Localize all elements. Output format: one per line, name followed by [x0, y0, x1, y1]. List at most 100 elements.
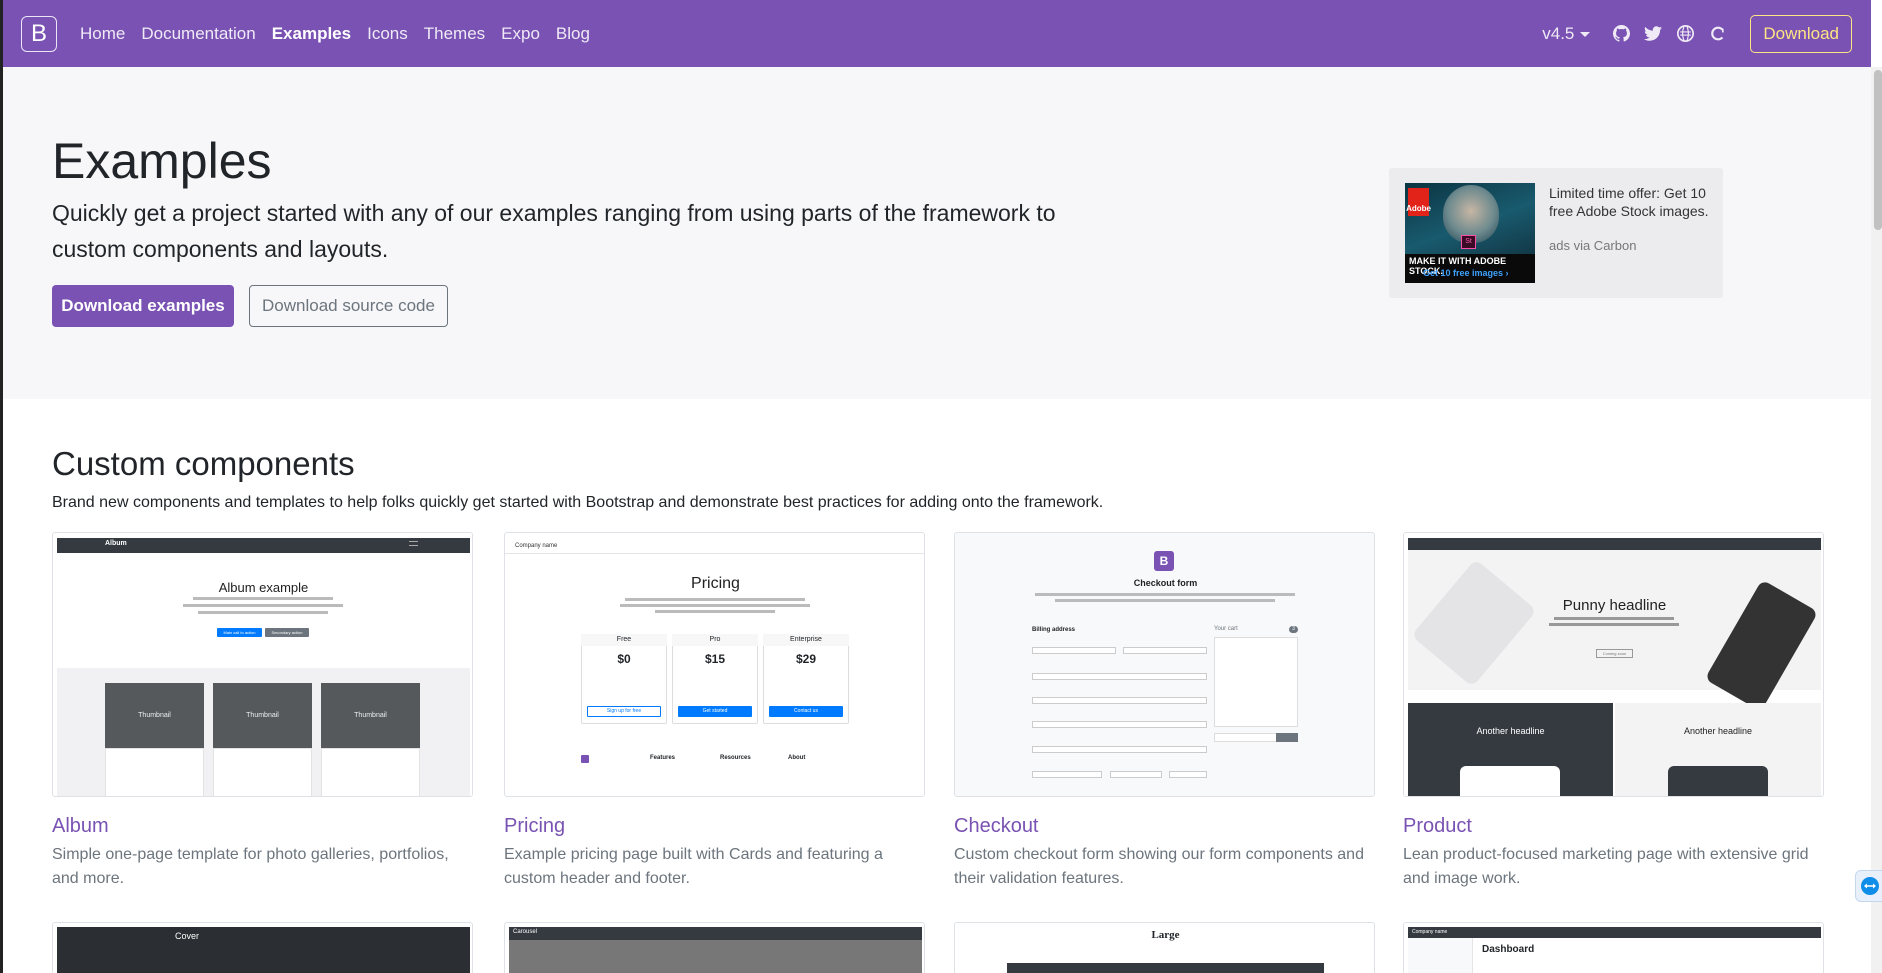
bootstrap-logo[interactable]: B	[21, 15, 57, 52]
plan-pro-title: Pro	[672, 634, 758, 646]
album-card-body-3	[321, 748, 420, 796]
checkout-cart: Your cart	[1214, 626, 1238, 632]
input-line	[1032, 721, 1207, 728]
footer-col-resources: Resources	[720, 755, 751, 761]
footer-col-features: Features	[650, 755, 676, 761]
twitter-icon[interactable]	[1644, 25, 1663, 43]
section-description: Brand new components and templates to he…	[52, 494, 1104, 511]
product-cta: Coming soon	[1596, 649, 1633, 658]
carousel-slide	[509, 940, 922, 973]
version-label: v4.5	[1542, 23, 1575, 43]
input-line	[1032, 697, 1207, 704]
input-line	[1032, 771, 1102, 778]
product-navbar	[1408, 538, 1821, 550]
adobe-logo: Adobe	[1406, 188, 1431, 216]
product-headline-b: Another headline	[1683, 726, 1753, 736]
slack-icon[interactable]	[1708, 25, 1726, 43]
album-title[interactable]: Album	[52, 815, 109, 838]
text-line	[183, 604, 343, 607]
opencollective-icon[interactable]	[1676, 25, 1694, 43]
checkout-description: Custom checkout form showing our form co…	[954, 846, 1364, 887]
carousel-navbar	[509, 927, 922, 940]
section-title: Custom components	[52, 445, 355, 482]
text-line	[193, 597, 333, 600]
hero-lead: Quickly get a project started with any o…	[52, 200, 1056, 262]
redeem-button	[1276, 733, 1298, 742]
pricing-title[interactable]: Pricing	[504, 815, 565, 838]
plan-enterprise-button: Contact us	[769, 706, 843, 717]
stock-badge: St	[1461, 235, 1476, 249]
album-thumb-1: Thumbnail	[105, 683, 204, 748]
plan-enterprise-price: $29	[795, 652, 817, 666]
album-main-button: Main call to action	[217, 628, 262, 637]
pricing-description: Example pricing page built with Cards an…	[504, 846, 883, 887]
carousel-thumbnail[interactable]: Carousel	[504, 922, 925, 973]
cover-bg	[57, 927, 470, 973]
hero: Examples Quickly get a project started w…	[3, 67, 1871, 399]
text-line	[1554, 617, 1674, 620]
pricing-heading: Pricing	[691, 575, 740, 592]
text-line	[625, 598, 805, 601]
blog-jumbotron	[1007, 963, 1324, 973]
plan-pro-price: $15	[704, 652, 726, 666]
plan-enterprise-title: Enterprise	[763, 634, 849, 646]
cover-thumbnail[interactable]: Cover	[52, 922, 473, 973]
nav-expo[interactable]: Expo	[493, 24, 548, 44]
album-thumb-3: Thumbnail	[321, 683, 420, 748]
input-line	[1123, 647, 1207, 654]
checkout-heading: Checkout form	[1133, 578, 1198, 588]
cart-count-badge: 3	[1289, 626, 1298, 633]
download-source-button[interactable]: Download source code	[249, 285, 448, 327]
pricing-company: Company name	[515, 543, 558, 549]
nav-blog[interactable]: Blog	[548, 24, 598, 44]
text-line	[655, 610, 775, 613]
album-heading: Album example	[218, 580, 309, 595]
dashboard-navbar	[1408, 927, 1821, 938]
blog-thumbnail[interactable]: Large	[954, 922, 1375, 973]
ad-via[interactable]: ads via Carbon	[1549, 238, 1636, 253]
nav-documentation[interactable]: Documentation	[133, 24, 263, 44]
teamviewer-icon[interactable]	[1855, 870, 1882, 902]
top-navbar: B Home Documentation Examples Icons Them…	[3, 0, 1871, 67]
ad-image[interactable]: Adobe St MAKE IT WITH ADOBE STOCK. Get 1…	[1405, 183, 1535, 283]
menu-icon	[409, 541, 418, 546]
album-thumbnail[interactable]: Album Album example Main call to action …	[52, 532, 473, 797]
dashboard-thumbnail[interactable]: Company name Dashboard	[1403, 922, 1824, 973]
plan-free-title: Free	[581, 634, 667, 646]
carbon-ad[interactable]: Adobe St MAKE IT WITH ADOBE STOCK. Get 1…	[1389, 168, 1723, 298]
product-title[interactable]: Product	[1403, 815, 1472, 838]
github-icon[interactable]	[1612, 25, 1630, 43]
download-button[interactable]: Download	[1750, 14, 1852, 53]
pricing-divider	[505, 553, 924, 554]
carousel-brand: Carousel	[513, 929, 538, 935]
product-headline-a: Another headline	[1476, 726, 1545, 736]
input-line	[1032, 746, 1207, 753]
page: B Home Documentation Examples Icons Them…	[0, 0, 1882, 973]
checkout-thumbnail[interactable]: B Checkout form Billing address Your car…	[954, 532, 1375, 797]
text-line	[620, 604, 810, 607]
checkout-billing: Billing address	[1032, 627, 1076, 633]
nav-home[interactable]: Home	[72, 24, 133, 44]
nav-icons[interactable]: Icons	[359, 24, 416, 44]
nav-themes[interactable]: Themes	[416, 24, 493, 44]
scrollbar-thumb[interactable]	[1874, 70, 1882, 230]
product-thumbnail[interactable]: Punny headline Coming soon Another headl…	[1403, 532, 1824, 797]
dashboard-brand: Company name	[1412, 929, 1448, 935]
chevron-down-icon	[1580, 31, 1591, 37]
album-thumb-2: Thumbnail	[213, 683, 312, 748]
checkout-title[interactable]: Checkout	[954, 815, 1039, 838]
download-examples-button[interactable]: Download examples	[52, 285, 234, 327]
nav-examples[interactable]: Examples	[264, 24, 359, 44]
version-dropdown[interactable]: v4.5	[1542, 23, 1591, 44]
nav-right: v4.5 Download	[1542, 14, 1855, 53]
footer-logo	[581, 755, 589, 763]
pricing-thumbnail[interactable]: Company name Pricing Free $0 Sign up for…	[504, 532, 925, 797]
plan-free-price: $0	[617, 652, 631, 666]
input-line	[1032, 647, 1116, 654]
input-line	[1032, 673, 1207, 680]
product-panel-shape	[1460, 766, 1560, 796]
plan-pro-button: Get started	[678, 706, 752, 717]
text-line	[1055, 599, 1275, 602]
cover-brand: Cover	[175, 931, 200, 941]
ad-text[interactable]: Limited time offer: Get 10 free Adobe St…	[1549, 184, 1709, 220]
